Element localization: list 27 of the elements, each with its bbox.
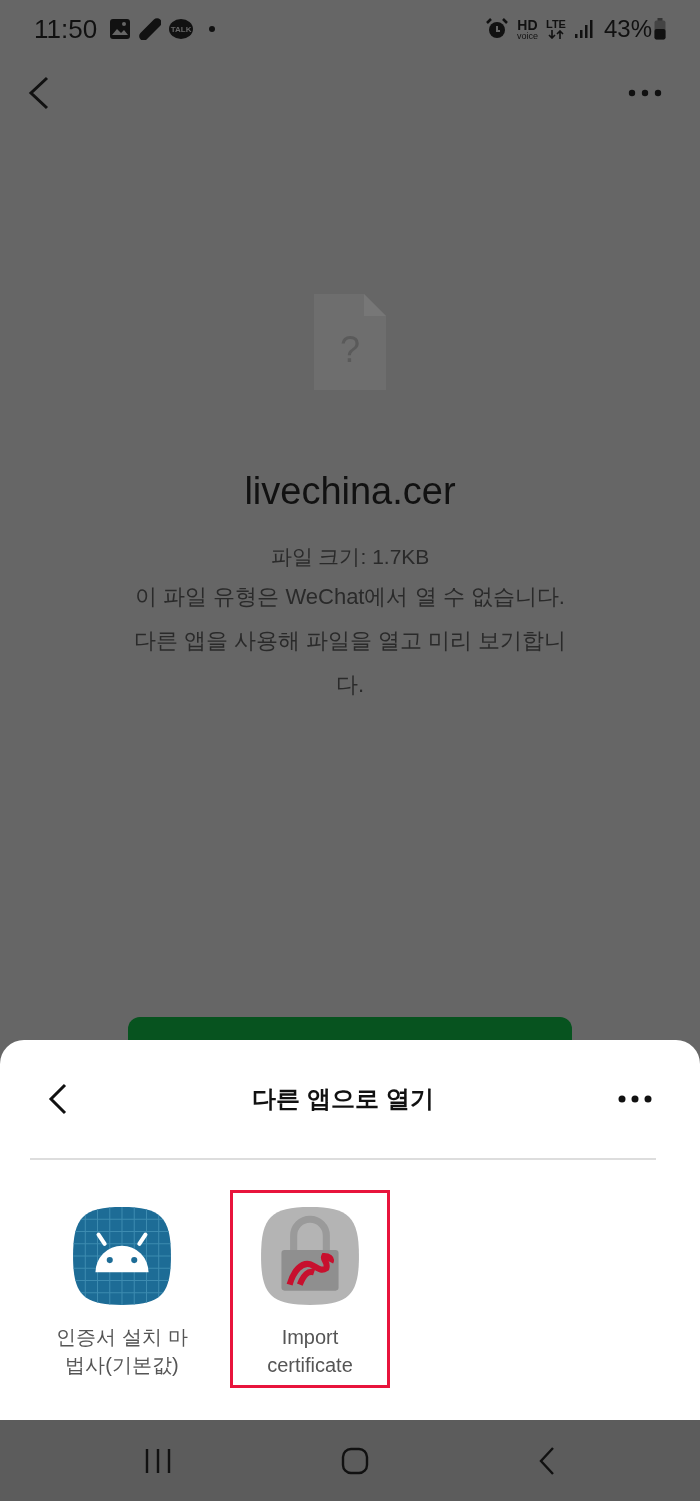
network-label: LTE <box>546 19 566 30</box>
app-label: 인증서 설치 마법사(기본값) <box>55 1325 189 1378</box>
app-option[interactable]: Import certificate <box>230 1190 390 1388</box>
notification-dot <box>209 26 216 32</box>
gallery-icon <box>109 18 132 40</box>
sheet-title: 다른 앱으로 열기 <box>252 1084 434 1114</box>
signal-icon <box>573 19 594 39</box>
data-arrows-icon <box>547 30 564 39</box>
file-size: 파일 크기: 1.7KB <box>270 544 430 570</box>
talk-badge: TALK <box>169 19 194 39</box>
alarm-icon <box>484 17 509 41</box>
voice-label: voice <box>516 31 538 41</box>
padlock-app-icon <box>259 1205 361 1307</box>
app-label: Import certificate <box>266 1325 354 1378</box>
unsupported-message: 이 파일 유형은 WeChat에서 열 수 없습니다. 다른 앱을 사용해 파일을 열고 미리 보기합니다. <box>132 583 568 699</box>
more-icon[interactable] <box>618 1095 652 1103</box>
android-app-icon <box>71 1205 173 1307</box>
back-icon[interactable] <box>48 1083 68 1115</box>
home-icon[interactable] <box>341 1446 369 1475</box>
battery-percent: 43% <box>603 15 652 43</box>
file-name: livechina.cer <box>244 470 456 513</box>
app-option[interactable]: 인증서 설치 마법사(기본값) <box>42 1190 202 1388</box>
unknown-file-icon: ? <box>314 294 386 390</box>
clock-time: 11:50 <box>34 13 98 45</box>
recent-apps-icon[interactable] <box>144 1447 173 1474</box>
hd-label: HD <box>517 17 538 32</box>
battery-icon <box>654 18 666 40</box>
